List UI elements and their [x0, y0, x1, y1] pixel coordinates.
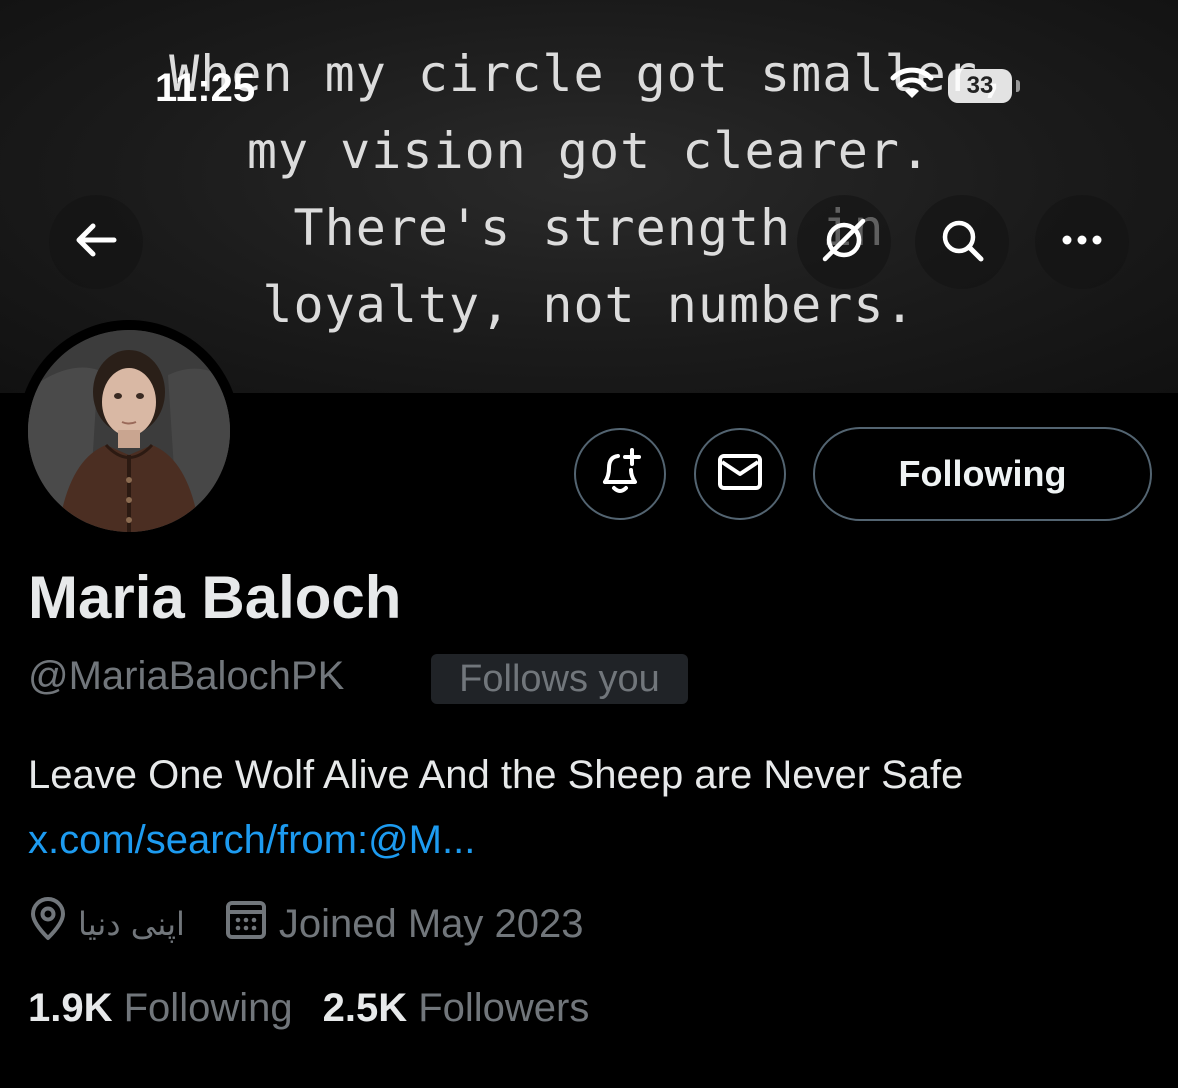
follow-stats: 1.9K Following 2.5K Followers	[28, 986, 589, 1031]
avatar[interactable]	[28, 330, 230, 532]
followers-count: 2.5K	[322, 986, 408, 1030]
envelope-icon	[717, 453, 763, 496]
profile-meta: اپنی دنیا Joined May 2023	[28, 897, 584, 951]
message-button[interactable]	[694, 428, 786, 520]
profile-bio: Leave One Wolf Alive And the Sheep are N…	[28, 753, 964, 797]
quote-line: my vision got clearer.	[246, 122, 932, 180]
back-button[interactable]	[49, 195, 143, 289]
display-name: Maria Baloch	[28, 564, 402, 631]
search-icon	[939, 217, 985, 268]
followers-label: Followers	[418, 986, 590, 1030]
following-button[interactable]: Following	[813, 427, 1152, 521]
user-handle: @MariaBalochPK	[28, 654, 345, 698]
grok-button[interactable]	[797, 195, 891, 289]
profile-link[interactable]: x.com/search/from:@M...	[28, 818, 475, 863]
joined-date: Joined May 2023	[278, 901, 584, 946]
notify-button[interactable]	[574, 428, 666, 520]
following-count: 1.9K	[28, 986, 113, 1030]
arrow-left-icon	[74, 222, 118, 263]
following-label: Following	[123, 986, 293, 1030]
profile-location: اپنی دنیا	[78, 905, 185, 943]
battery-indicator: 33	[948, 68, 1020, 103]
wifi-icon	[890, 66, 934, 105]
status-time: 11:25	[155, 66, 256, 110]
status-indicators: 33	[890, 66, 1020, 105]
grok-icon	[821, 217, 867, 268]
search-button[interactable]	[915, 195, 1009, 289]
followers-stat[interactable]: 2.5K Followers	[323, 986, 590, 1030]
more-icon	[1059, 233, 1105, 251]
location-icon	[28, 897, 68, 951]
follows-you-badge: Follows you	[431, 654, 688, 704]
following-stat[interactable]: 1.9K Following	[28, 986, 293, 1030]
calendar-icon	[225, 898, 267, 950]
more-button[interactable]	[1035, 195, 1129, 289]
bell-plus-icon	[597, 447, 643, 501]
